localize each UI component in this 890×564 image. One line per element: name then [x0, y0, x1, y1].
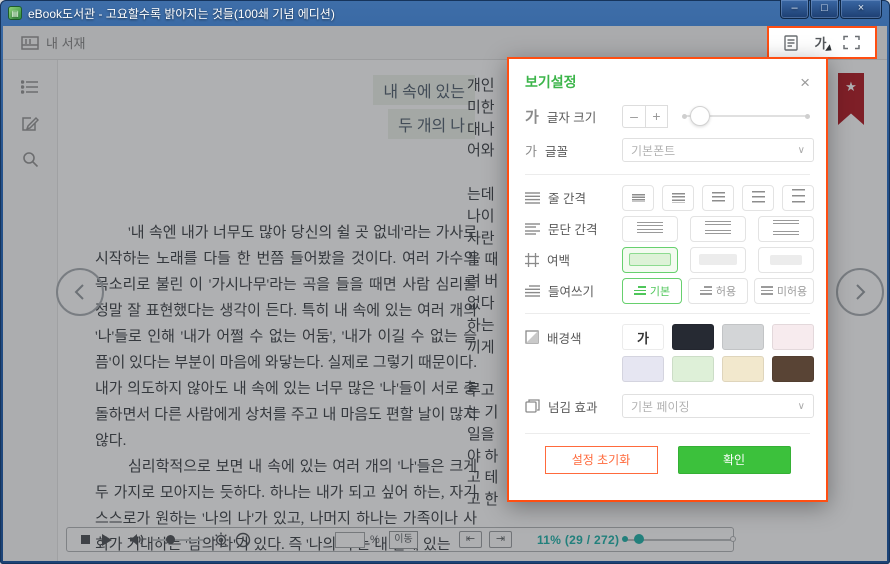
paragraph-spacing-option-1[interactable]: [622, 216, 678, 242]
indent-label: 들여쓰기: [548, 281, 594, 300]
app-logo-icon: ▤: [8, 6, 22, 20]
paragraph-spacing-option-2[interactable]: [690, 216, 746, 242]
bg-swatch-brown[interactable]: [772, 356, 814, 382]
line-spacing-option-4[interactable]: [742, 185, 774, 211]
paragraph-spacing-option-3[interactable]: [758, 216, 814, 242]
font-size-row: 가 글자 크기 – +: [525, 99, 810, 133]
background-color-icon: [525, 330, 539, 344]
app-frame: 내 서재 내 속에 있: [3, 26, 887, 561]
fullscreen-icon[interactable]: [843, 35, 860, 50]
indent-option-allow[interactable]: 허용: [688, 278, 748, 304]
close-button[interactable]: ×: [840, 0, 882, 19]
page-effect-icon: [525, 399, 540, 413]
indent-option-disallow[interactable]: 미허용: [754, 278, 814, 304]
line-spacing-option-2[interactable]: [662, 185, 694, 211]
margin-row: 여백: [525, 244, 810, 275]
paragraph-spacing-row: 문단 간격: [525, 213, 810, 244]
minimize-button[interactable]: –: [780, 0, 809, 19]
font-size-icon: 가: [525, 106, 539, 127]
margin-option-1-selected[interactable]: [622, 247, 678, 273]
font-face-row: 가 글꼴 기본폰트 ∨: [525, 133, 810, 167]
chevron-down-icon: ∨: [798, 401, 805, 412]
margin-option-2[interactable]: [690, 247, 746, 273]
font-face-dropdown[interactable]: 기본폰트 ∨: [622, 138, 814, 162]
bg-swatch-lavender[interactable]: [622, 356, 664, 382]
background-color-row: 배경색 가: [525, 321, 810, 353]
bg-swatch-cream[interactable]: [722, 356, 764, 382]
line-spacing-label: 줄 간격: [548, 188, 586, 207]
font-face-icon: 가: [525, 141, 537, 160]
panel-close-icon[interactable]: ×: [800, 74, 810, 91]
font-size-label: 글자 크기: [547, 107, 596, 126]
title-bar[interactable]: ▤ eBook도서관 - 고요할수록 밝아지는 것들(100쇄 기념 에디션) …: [0, 0, 890, 26]
confirm-button[interactable]: 확인: [678, 446, 791, 474]
bg-swatch-dark[interactable]: [672, 324, 714, 350]
page-effect-label: 넘김 효과: [548, 397, 597, 416]
font-size-decrease-button[interactable]: –: [622, 105, 645, 128]
indent-row: 들여쓰기 기본 허용 미허용: [525, 275, 810, 306]
indent-icon: [525, 285, 540, 297]
bg-swatch-white[interactable]: 가: [622, 324, 664, 350]
font-settings-icon[interactable]: 가: [815, 33, 827, 52]
margin-label: 여백: [547, 250, 570, 269]
line-spacing-row: 줄 간격: [525, 182, 810, 213]
font-size-slider-knob[interactable]: [690, 106, 710, 126]
reset-settings-button[interactable]: 설정 초기화: [545, 446, 658, 474]
window-title: eBook도서관 - 고요할수록 밝아지는 것들(100쇄 기념 에디션): [28, 5, 335, 22]
page-effect-row: 넘김 효과 기본 페이징 ∨: [525, 389, 810, 423]
font-size-slider[interactable]: [682, 104, 810, 128]
paragraph-spacing-label: 문단 간격: [548, 219, 597, 238]
page-effect-dropdown[interactable]: 기본 페이징 ∨: [622, 394, 814, 418]
chevron-down-icon: ∨: [798, 145, 805, 156]
margin-icon: [525, 253, 539, 267]
font-size-increase-button[interactable]: +: [645, 105, 668, 128]
line-spacing-option-5[interactable]: [782, 185, 814, 211]
bg-swatch-gray[interactable]: [722, 324, 764, 350]
line-spacing-option-3[interactable]: [702, 185, 734, 211]
maximize-button[interactable]: □: [810, 0, 839, 19]
bg-swatch-pink[interactable]: [772, 324, 814, 350]
background-color-label: 배경색: [547, 328, 582, 347]
page-view-icon[interactable]: [784, 35, 798, 51]
line-spacing-option-1[interactable]: [622, 185, 654, 211]
paragraph-spacing-icon: [525, 223, 540, 235]
font-face-label: 글꼴: [545, 141, 568, 160]
app-window: ▤ eBook도서관 - 고요할수록 밝아지는 것들(100쇄 기념 에디션) …: [0, 0, 890, 564]
indent-option-default-selected[interactable]: 기본: [622, 278, 682, 304]
margin-option-3[interactable]: [758, 247, 814, 273]
background-color-row-2: [525, 353, 810, 385]
view-settings-panel: 보기설정 × 가 글자 크기 – +: [507, 57, 828, 502]
line-spacing-icon: [525, 192, 540, 204]
view-tools-highlight-box: 가: [767, 26, 877, 59]
panel-title: 보기설정: [525, 72, 577, 92]
bg-swatch-green[interactable]: [672, 356, 714, 382]
